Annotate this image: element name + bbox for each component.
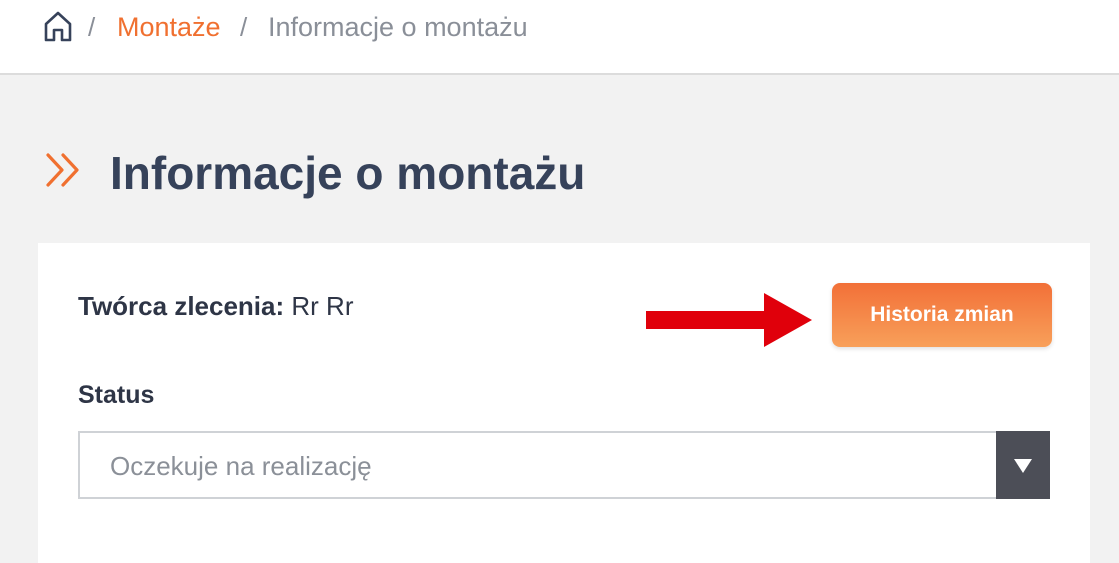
select-dropdown-toggle[interactable] [996,431,1050,499]
history-button[interactable]: Historia zmian [832,283,1052,347]
status-selected-value: Oczekuje na realizację [110,451,372,481]
info-card: Twórca zlecenia: Rr Rr Historia zmian St… [38,243,1090,563]
home-icon[interactable] [42,10,74,42]
page-title: Informacje o montażu [110,147,586,199]
red-arrow-right-icon [646,293,812,347]
status-label: Status [78,381,155,409]
breadcrumb-current: Informacje o montażu [268,12,528,42]
breadcrumb-separator: / [88,12,96,42]
double-chevron-right-icon [44,150,84,190]
order-creator: Twórca zlecenia: Rr Rr [78,290,353,322]
creator-value: Rr Rr [291,291,354,321]
creator-label: Twórca zlecenia: [78,291,285,321]
top-bar: / Montaże / Informacje o montażu [0,0,1119,75]
breadcrumb-separator: / [240,12,248,42]
status-select[interactable]: Oczekuje na realizację [78,431,1050,499]
breadcrumb-link-montaze[interactable]: Montaże [117,11,221,43]
triangle-down-icon [1014,459,1032,473]
